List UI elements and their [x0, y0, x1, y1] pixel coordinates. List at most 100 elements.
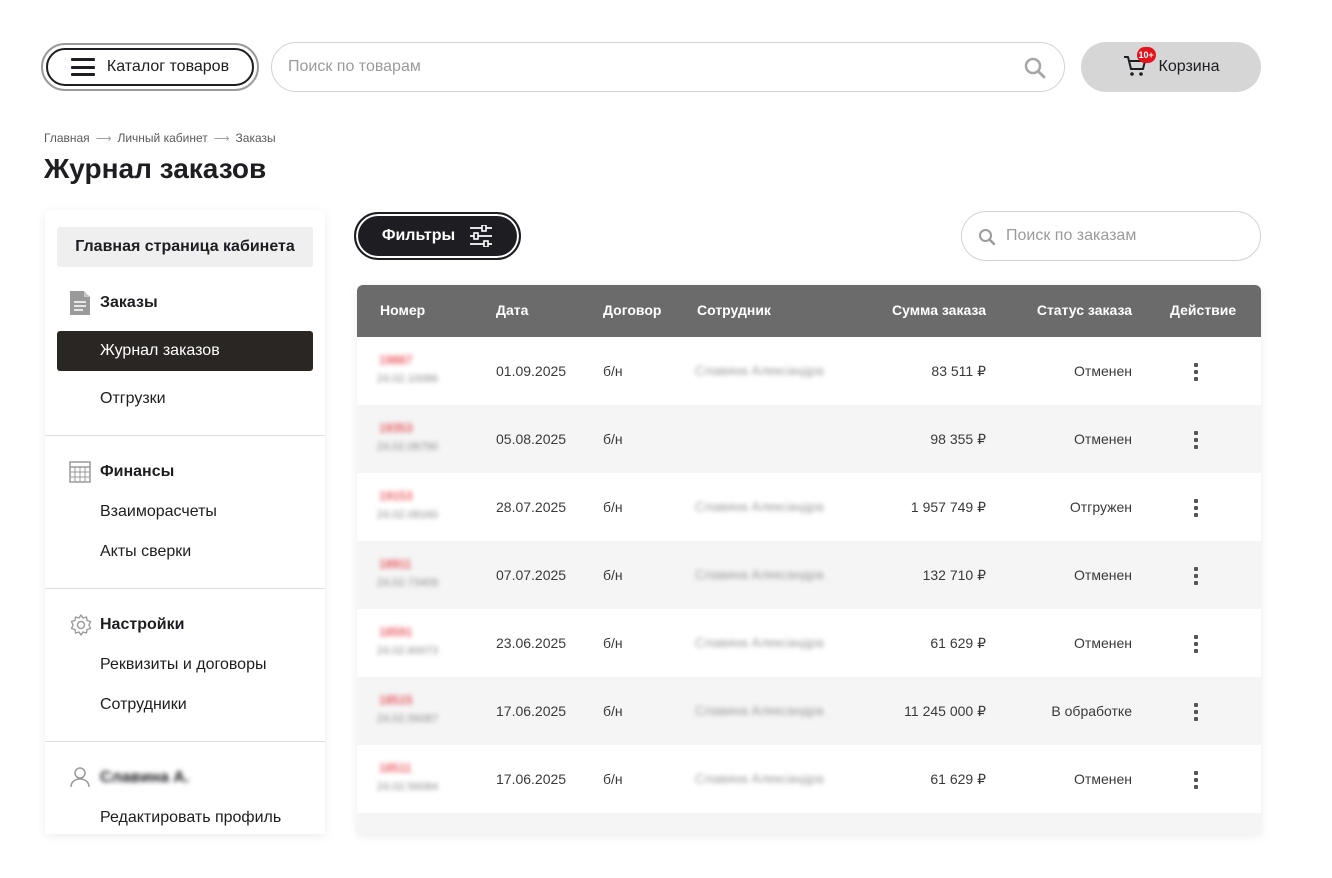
- order-number-sub: 24.02.60073: [377, 645, 439, 657]
- cart-button-label: Корзина: [1158, 58, 1220, 75]
- sidebar-item-reconciliation[interactable]: Акты сверки: [100, 543, 191, 561]
- sidebar-section-settings: Настройки: [100, 616, 185, 633]
- order-employee: Славина Александра: [695, 567, 824, 582]
- order-amount: 61 629 ₽: [930, 771, 986, 787]
- table-row[interactable]: 19153 24.02.08160 28.07.2025 б/н Славина Але…: [357, 473, 1261, 541]
- table-row[interactable]: 18515 24.02.56087 17.06.2025 б/н Славина Але…: [357, 677, 1261, 745]
- order-number-link[interactable]: 19353: [379, 421, 412, 435]
- order-number-link[interactable]: 18911: [379, 557, 411, 571]
- order-employee: Славина Александра: [695, 363, 824, 378]
- filters-button[interactable]: Фильтры: [354, 212, 521, 260]
- sidebar-divider: [45, 741, 325, 742]
- order-number-link[interactable]: 18515: [379, 693, 412, 707]
- order-amount: 11 245 000 ₽: [904, 703, 986, 719]
- cart-button[interactable]: 10+ Корзина: [1081, 42, 1261, 92]
- order-contract: б/н: [603, 771, 623, 787]
- page-title: Журнал заказов: [44, 153, 267, 184]
- column-contract[interactable]: Договор: [603, 302, 661, 318]
- order-date: 23.06.2025: [496, 635, 567, 651]
- sidebar-item-orders-journal[interactable]: Журнал заказов: [57, 331, 313, 371]
- table-row[interactable]: 18591 24.02.60073 23.06.2025 б/н Славина Але…: [357, 609, 1261, 677]
- order-number-sub: 24.02.10086: [377, 373, 439, 385]
- more-actions-icon[interactable]: [1192, 770, 1200, 790]
- order-employee: Славина Александра: [695, 635, 824, 650]
- sidebar-item-settlements[interactable]: Взаиморасчеты: [100, 503, 217, 521]
- sidebar-profile-name: Славина А.: [100, 769, 190, 786]
- order-number-sub: 24.02.08790: [377, 441, 439, 453]
- more-actions-icon[interactable]: [1192, 430, 1200, 450]
- order-number-link[interactable]: 19887: [379, 353, 412, 367]
- order-status: Отменен: [1074, 771, 1132, 787]
- arrow-right-icon: ⟶: [95, 132, 112, 145]
- order-status: В обработке: [1051, 703, 1132, 719]
- order-amount: 132 710 ₽: [922, 567, 986, 583]
- table-row[interactable]: 18911 24.02.73409 07.07.2025 б/н Славина Але…: [357, 541, 1261, 609]
- column-date[interactable]: Дата: [496, 302, 528, 318]
- table-row[interactable]: 19353 24.02.08790 05.08.2025 б/н 98 355 ₽ Отм…: [357, 405, 1261, 473]
- product-search[interactable]: [271, 42, 1065, 92]
- sidebar-item-employees[interactable]: Сотрудники: [100, 696, 187, 714]
- sidebar-home-link[interactable]: Главная страница кабинета: [57, 227, 313, 267]
- order-employee: Славина Александра: [695, 771, 824, 786]
- column-status[interactable]: Статус заказа: [1037, 302, 1132, 318]
- more-actions-icon[interactable]: [1192, 702, 1200, 722]
- more-actions-icon[interactable]: [1192, 566, 1200, 586]
- more-actions-icon[interactable]: [1192, 362, 1200, 382]
- order-status: Отгружен: [1069, 499, 1132, 515]
- catalog-button[interactable]: Каталог товаров: [41, 43, 259, 91]
- cart-count-badge: 10+: [1136, 47, 1156, 63]
- sidebar-item-requisites[interactable]: Реквизиты и договоры: [100, 656, 266, 674]
- menu-icon: [70, 58, 95, 76]
- orders-table: Номер Дата Договор Сотрудник Сумма заказ…: [357, 285, 1261, 834]
- order-number-link[interactable]: 18511: [379, 761, 411, 775]
- order-contract: б/н: [603, 567, 623, 583]
- breadcrumb-account[interactable]: Личный кабинет: [117, 131, 207, 145]
- sidebar-divider: [45, 588, 325, 589]
- breadcrumb-home[interactable]: Главная: [44, 131, 90, 145]
- order-amount: 61 629 ₽: [930, 635, 986, 651]
- order-number-link[interactable]: 19153: [379, 489, 412, 503]
- order-number-link[interactable]: 18591: [379, 625, 412, 639]
- catalog-button-label: Каталог товаров: [106, 58, 230, 75]
- column-number[interactable]: Номер: [380, 302, 425, 318]
- more-actions-icon[interactable]: [1192, 498, 1200, 518]
- sidebar-section-orders: Заказы: [100, 294, 158, 311]
- order-amount: 98 355 ₽: [930, 431, 986, 447]
- order-contract: б/н: [603, 635, 623, 651]
- order-number-sub: 24.02.73409: [377, 577, 439, 589]
- sidebar-section-finance: Финансы: [100, 463, 175, 480]
- sidebar: Главная страница кабинета Заказы Журнал …: [45, 210, 325, 834]
- order-number-sub: 24.02.08160: [377, 509, 439, 521]
- orders-search[interactable]: [961, 211, 1261, 261]
- product-search-input[interactable]: [288, 43, 1008, 91]
- order-employee: Славина Александра: [695, 499, 824, 514]
- orders-search-input[interactable]: [1006, 212, 1246, 260]
- order-contract: б/н: [603, 363, 623, 379]
- sliders-icon: [470, 225, 493, 247]
- sidebar-item-shipments[interactable]: Отгрузки: [100, 390, 166, 408]
- order-date: 17.06.2025: [496, 771, 567, 787]
- order-employee: Славина Александра: [695, 703, 824, 718]
- order-date: 28.07.2025: [496, 499, 567, 515]
- order-status: Отменен: [1074, 363, 1132, 379]
- order-date: 07.07.2025: [496, 567, 567, 583]
- search-icon[interactable]: [1024, 57, 1046, 79]
- document-icon: [70, 291, 90, 315]
- column-amount[interactable]: Сумма заказа: [892, 302, 986, 318]
- column-employee[interactable]: Сотрудник: [697, 302, 771, 318]
- gear-icon: [70, 614, 92, 636]
- order-date: 05.08.2025: [496, 431, 567, 447]
- sidebar-item-edit-profile[interactable]: Редактировать профиль: [100, 809, 281, 827]
- table-row[interactable]: 18511 24.02.56084 17.06.2025 б/н Славина Але…: [357, 745, 1261, 813]
- table-header: Номер Дата Договор Сотрудник Сумма заказ…: [357, 285, 1261, 337]
- order-contract: б/н: [603, 703, 623, 719]
- more-actions-icon[interactable]: [1192, 634, 1200, 654]
- order-amount: 1 957 749 ₽: [910, 499, 986, 515]
- arrow-right-icon: ⟶: [213, 132, 230, 145]
- column-action: Действие: [1170, 302, 1237, 318]
- order-contract: б/н: [603, 499, 623, 515]
- order-date: 17.06.2025: [496, 703, 567, 719]
- table-row[interactable]: 19887 24.02.10086 01.09.2025 б/н Славина Але…: [357, 337, 1261, 405]
- calculator-icon: [69, 461, 91, 483]
- filters-button-label: Фильтры: [381, 227, 456, 244]
